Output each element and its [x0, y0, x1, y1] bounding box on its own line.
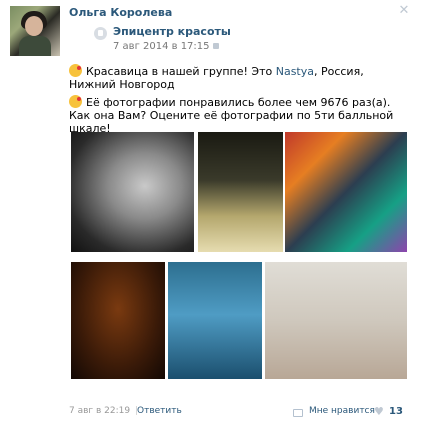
line1-text-a: Красавица в нашей группе! Это [86, 65, 276, 78]
photo-4[interactable] [71, 262, 165, 379]
post-card: Ольга Королева ✕ Эпицентр красоты 7 авг … [3, 0, 418, 424]
author-name[interactable]: Ольга Королева [69, 6, 172, 19]
like-label[interactable]: Мне нравится [309, 406, 375, 416]
profile-link[interactable]: Nastya [276, 65, 314, 78]
kiss-emoji-icon [69, 95, 82, 108]
lock-icon [212, 43, 219, 49]
photo-1[interactable] [71, 132, 194, 252]
avatar[interactable] [10, 6, 60, 56]
photo-2[interactable] [198, 132, 283, 252]
close-icon[interactable]: ✕ [398, 4, 410, 17]
post-text-line2: Её фотографии понравились более чем 9676… [69, 95, 409, 109]
photo-3[interactable] [285, 132, 407, 252]
like-count[interactable]: 13 [389, 406, 403, 417]
repost-source-name[interactable]: Эпицентр красоты [113, 25, 231, 38]
post-text-line1: Красавица в нашей группе! Это Nastya, Ро… [69, 64, 409, 91]
repost-date-text: 7 авг 2014 в 17:15 [113, 41, 210, 52]
repost-source-icon[interactable] [94, 27, 107, 40]
avatar-body [19, 36, 51, 56]
reply-link[interactable]: Ответить [137, 406, 182, 416]
photo-5[interactable] [168, 262, 262, 379]
post-date-text: 7 авг в 22:19 [69, 406, 131, 416]
line2-text: Её фотографии понравились более чем 9676… [86, 96, 391, 109]
repost-date[interactable]: 7 авг 2014 в 17:15 [113, 41, 219, 52]
photo-6[interactable] [265, 262, 407, 379]
post-date[interactable]: 7 авг в 22:19 | [69, 406, 140, 416]
heart-icon[interactable]: ♥ [374, 406, 384, 417]
kiss-emoji-icon [69, 64, 82, 77]
avatar-face [25, 16, 43, 36]
share-icon[interactable] [293, 407, 303, 417]
